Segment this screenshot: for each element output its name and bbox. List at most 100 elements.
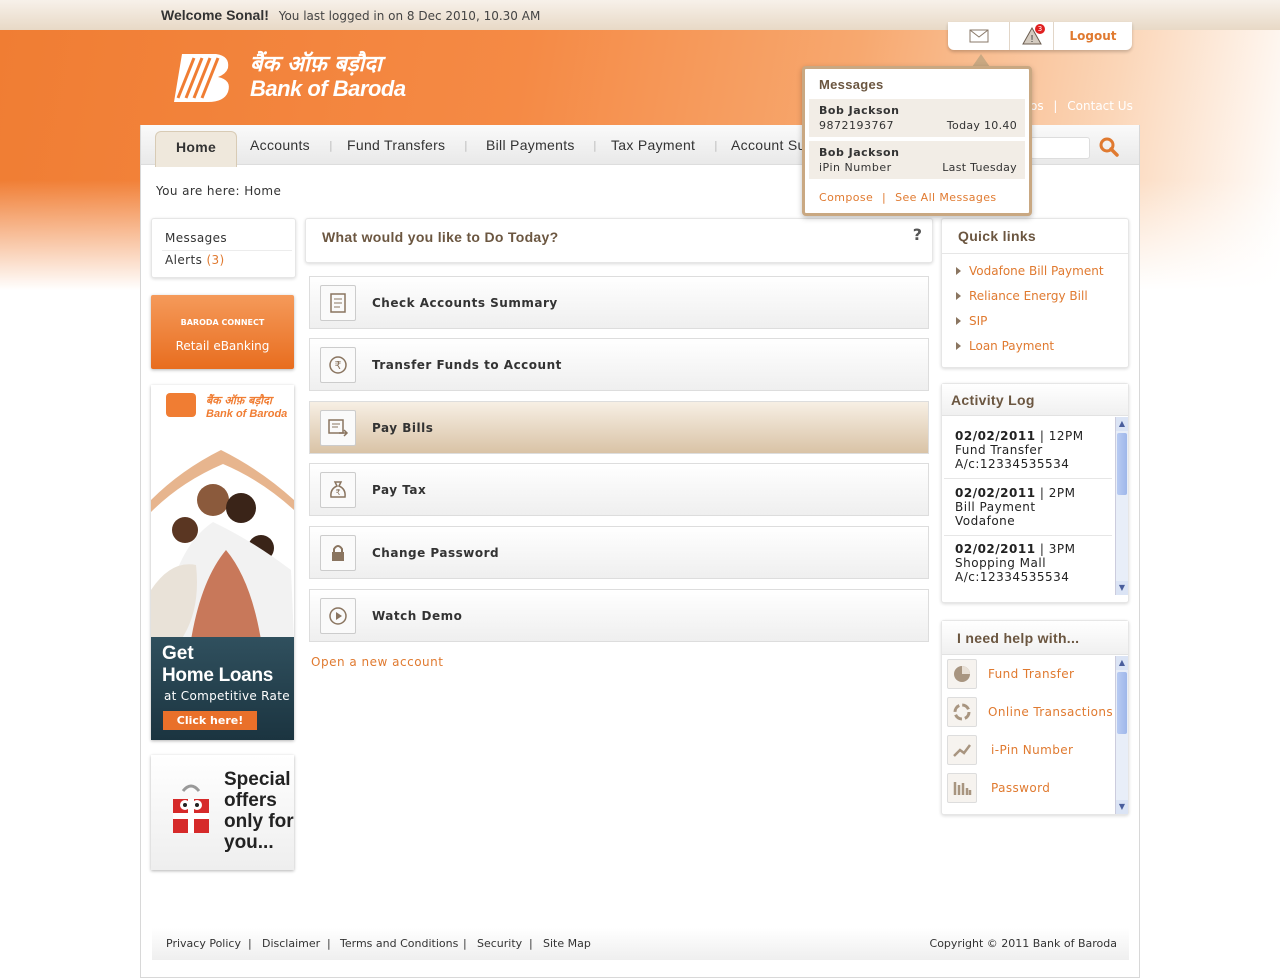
- alert-icon[interactable]: ! 3: [1010, 22, 1054, 50]
- quick-link-vodafone[interactable]: Vodafone Bill Payment: [956, 264, 1104, 278]
- play-icon: [320, 597, 356, 634]
- scroll-thumb[interactable]: [1117, 672, 1127, 734]
- quick-links-title: Quick links: [958, 228, 1036, 244]
- footer-sitemap-link[interactable]: Site Map: [543, 928, 591, 960]
- top-links: os | Contact Us: [1030, 99, 1133, 113]
- help-icon[interactable]: ?: [913, 225, 922, 244]
- nav-tax-payment[interactable]: Tax Payment: [611, 125, 695, 165]
- task-transfer-funds[interactable]: ₹ Transfer Funds to Account: [309, 338, 929, 391]
- messages-alerts-panel: Messages Alerts (3): [151, 218, 296, 278]
- activity-date: 02/02/2011: [955, 486, 1036, 500]
- activity-scrollbar[interactable]: ▲ ▼: [1115, 417, 1128, 595]
- bank-name-english: Bank of Baroda: [250, 76, 406, 101]
- family-image: [151, 430, 294, 640]
- alerts-count: (3): [206, 253, 225, 267]
- scroll-up-icon[interactable]: ▲: [1116, 417, 1128, 431]
- help-online-transactions[interactable]: Online Transactions: [988, 705, 1113, 719]
- help-password[interactable]: Password: [991, 781, 1050, 795]
- help-scrollbar[interactable]: ▲ ▼: [1115, 656, 1128, 814]
- bar-chart-icon: [947, 773, 977, 803]
- alerts-link[interactable]: Alerts (3): [165, 253, 225, 267]
- baroda-connect-banner[interactable]: BARODA CONNECT Retail eBanking: [151, 295, 294, 369]
- help-ipin-number[interactable]: i-Pin Number: [991, 743, 1073, 757]
- open-account-link[interactable]: Open a new account: [311, 655, 443, 669]
- last-login-text: You last logged in on 8 Dec 2010, 10.30 …: [278, 9, 541, 23]
- document-icon: [320, 284, 356, 321]
- ad-bank-hindi: बैंक ऑफ़ बड़ौदा: [206, 394, 272, 407]
- scroll-thumb[interactable]: [1117, 433, 1127, 495]
- alerts-label: Alerts: [165, 253, 203, 267]
- contact-us-link[interactable]: Contact Us: [1067, 99, 1133, 113]
- see-all-messages-link[interactable]: See All Messages: [895, 191, 997, 204]
- footer-privacy-link[interactable]: Privacy Policy: [166, 928, 241, 960]
- quick-link-loan[interactable]: Loan Payment: [955, 339, 1054, 353]
- activity-desc: Fund Transfer: [955, 443, 1043, 457]
- scroll-down-icon[interactable]: ▼: [1116, 800, 1128, 814]
- home-loan-ad[interactable]: बैंक ऑफ़ बड़ौदा Bank of Baroda Get Home …: [151, 385, 294, 740]
- footer: Privacy Policy | Disclaimer | Terms and …: [152, 928, 1129, 960]
- messages-link[interactable]: Messages: [165, 231, 227, 245]
- svg-text:!: !: [1030, 34, 1033, 45]
- footer-security-link[interactable]: Security: [477, 928, 522, 960]
- nav-accounts[interactable]: Accounts: [250, 125, 310, 165]
- activity-detail: Vodafone: [955, 514, 1016, 528]
- svg-text:₹: ₹: [335, 359, 342, 372]
- activity-date: 02/02/2011: [955, 542, 1036, 556]
- rupee-transfer-icon: ₹: [320, 346, 356, 383]
- activity-desc: Shopping Mall: [955, 556, 1047, 570]
- task-check-accounts[interactable]: Check Accounts Summary: [309, 276, 929, 329]
- quick-link-sip[interactable]: SIP: [955, 314, 987, 328]
- task-pay-tax[interactable]: ₹ Pay Tax: [309, 463, 929, 516]
- message-subject: 9872193767: [819, 119, 894, 132]
- banner-line-2: Retail eBanking: [175, 339, 270, 353]
- bill-icon: [320, 409, 356, 446]
- task-label: Pay Bills: [372, 420, 434, 435]
- top-link-partial[interactable]: os: [1030, 99, 1044, 113]
- help-fund-transfer[interactable]: Fund Transfer: [988, 667, 1074, 681]
- search-input[interactable]: [1030, 137, 1090, 159]
- bank-logo[interactable]: बैंक ऑफ़ बड़ौदा Bank of Baroda: [172, 50, 406, 104]
- breadcrumb-prefix: You are here:: [156, 184, 241, 198]
- quick-link-reliance[interactable]: Reliance Energy Bill: [956, 289, 1088, 303]
- scroll-up-icon[interactable]: ▲: [1116, 656, 1128, 670]
- todo-title: What would you like to Do Today?: [322, 229, 559, 245]
- message-from: Bob Jackson: [819, 146, 900, 159]
- search-icon[interactable]: [1098, 136, 1120, 162]
- rupee-bag-icon: ₹: [320, 471, 356, 508]
- nav-account-services[interactable]: Account Su: [731, 125, 806, 165]
- welcome-text: Welcome Sonal!: [161, 7, 269, 23]
- recycle-icon: [947, 697, 977, 727]
- task-label: Transfer Funds to Account: [372, 357, 562, 372]
- pie-chart-icon: [947, 659, 977, 689]
- nav-fund-transfers[interactable]: Fund Transfers: [347, 125, 445, 165]
- compose-link[interactable]: Compose: [819, 191, 873, 204]
- footer-copyright: Copyright © 2011 Bank of Baroda: [929, 937, 1117, 950]
- activity-desc: Bill Payment: [955, 500, 1036, 514]
- footer-disclaimer-link[interactable]: Disclaimer: [262, 928, 320, 960]
- messages-popup: Messages Bob Jackson 9872193767 Today 10…: [802, 66, 1032, 216]
- task-change-password[interactable]: Change Password: [309, 526, 929, 579]
- popup-message-row[interactable]: Bob Jackson iPin Number Last Tuesday: [809, 141, 1025, 179]
- activity-detail: A/c:12334535534: [955, 457, 1070, 471]
- task-label: Pay Tax: [372, 482, 427, 497]
- logout-button[interactable]: Logout: [1054, 22, 1132, 50]
- activity-log-title: Activity Log: [951, 392, 1035, 408]
- nav-home[interactable]: Home: [155, 131, 238, 167]
- task-watch-demo[interactable]: Watch Demo: [309, 589, 929, 642]
- svg-text:₹: ₹: [335, 488, 340, 497]
- help-title: I need help with...: [957, 630, 1080, 646]
- mail-icon[interactable]: [948, 22, 1010, 50]
- todo-header: What would you like to Do Today? ?: [305, 218, 933, 263]
- scroll-down-icon[interactable]: ▼: [1116, 581, 1128, 595]
- breadcrumb-current: Home: [244, 184, 282, 198]
- task-pay-bills[interactable]: Pay Bills: [309, 401, 929, 454]
- nav-bill-payments[interactable]: Bill Payments: [486, 125, 575, 165]
- ad-click-here-button[interactable]: Click here!: [163, 711, 257, 730]
- activity-time: 2PM: [1048, 486, 1076, 500]
- footer-terms-link[interactable]: Terms and Conditions: [340, 928, 458, 960]
- special-offers-banner[interactable]: Special offers only for you...: [151, 755, 294, 870]
- ad-get: Get: [162, 643, 194, 664]
- lock-icon: [320, 534, 356, 571]
- popup-message-row[interactable]: Bob Jackson 9872193767 Today 10.40: [809, 99, 1025, 137]
- offer-line-2: offers: [224, 790, 277, 811]
